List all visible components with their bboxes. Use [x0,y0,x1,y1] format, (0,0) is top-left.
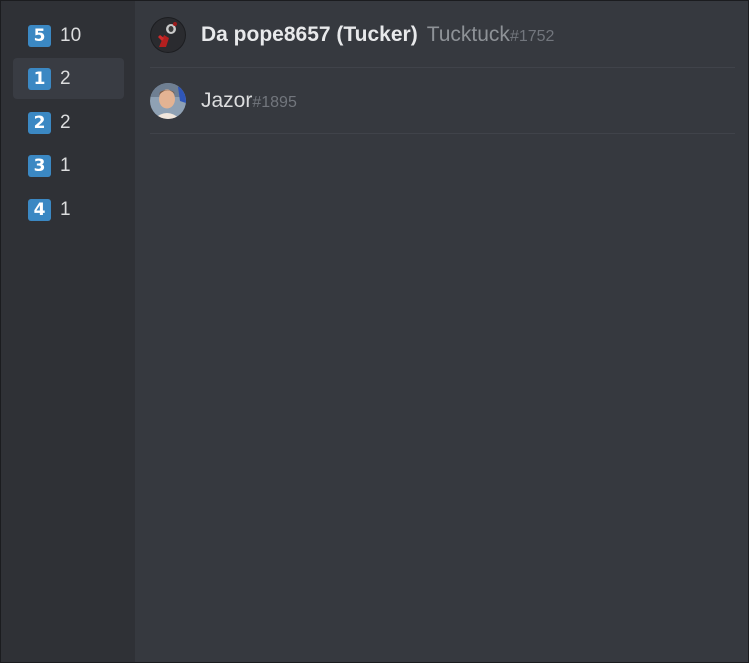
reactor-name: Jazor #1895 [201,89,297,113]
keycap-3-emoji-icon: 3 [28,154,51,177]
keycap-1-emoji-icon: 1 [28,67,51,90]
reaction-tab-keycap-5[interactable]: 5 10 [13,15,124,56]
avatar[interactable] [150,16,186,53]
reaction-count: 2 [60,67,71,89]
keycap-4-emoji-icon: 4 [28,198,51,221]
avatar[interactable] [150,82,186,119]
reaction-count: 2 [60,111,71,133]
reaction-count: 10 [60,24,82,46]
dark-avatar-red-figure-icon [150,16,186,53]
reactor-name: Da pope8657 (Tucker) Tucktuck #1752 [201,23,554,47]
username: Tucktuck [426,22,510,46]
reactions-popout: 5 10 1 2 2 2 3 1 4 1 Da pope8657 (Tucker… [0,0,749,663]
discriminator: #1752 [509,27,555,45]
reaction-tab-keycap-2[interactable]: 2 2 [13,102,124,143]
discriminator: #1895 [252,93,297,111]
reactors-list: Da pope8657 (Tucker) Tucktuck #1752 Jazo… [135,1,748,662]
reaction-tab-keycap-3[interactable]: 3 1 [13,145,124,186]
reactions-sidebar: 5 10 1 2 2 2 3 1 4 1 [1,1,135,662]
reaction-count: 1 [60,154,71,176]
reaction-tab-keycap-4[interactable]: 4 1 [13,189,124,230]
reactor-row[interactable]: Da pope8657 (Tucker) Tucktuck #1752 [150,2,735,68]
username: Jazor [201,88,253,112]
reactor-row[interactable]: Jazor #1895 [150,68,735,134]
keycap-2-emoji-icon: 2 [28,111,51,134]
nickname: Da pope8657 (Tucker) [201,22,418,46]
reaction-tab-keycap-1[interactable]: 1 2 [13,58,124,99]
reaction-count: 1 [60,198,71,220]
keycap-5-emoji-icon: 5 [28,24,51,47]
photo-avatar-person-icon [150,82,186,119]
